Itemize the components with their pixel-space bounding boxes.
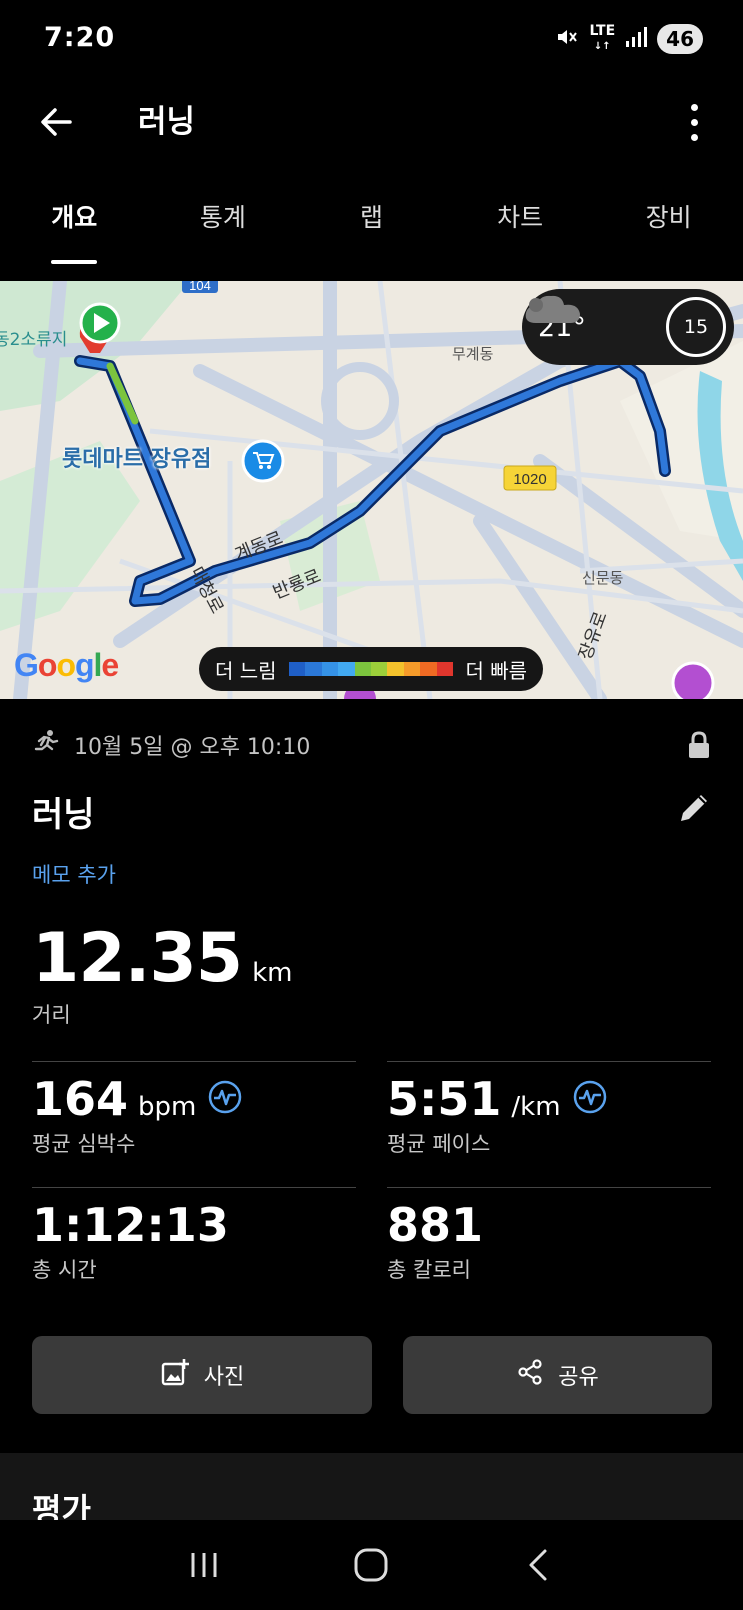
weather-badge: 21° 15 bbox=[522, 289, 734, 365]
map-label-sinmun: 신문동 bbox=[582, 569, 624, 587]
tab-overview[interactable]: 개요 bbox=[0, 190, 149, 270]
add-photo-icon bbox=[160, 1357, 190, 1393]
status-time: 7:20 bbox=[44, 22, 116, 53]
stat-value: 164 bbox=[32, 1072, 129, 1126]
more-options-button[interactable] bbox=[681, 98, 707, 146]
share-button[interactable]: 공유 bbox=[403, 1336, 712, 1414]
heart-rate-icon bbox=[208, 1080, 242, 1118]
add-photo-label: 사진 bbox=[203, 1365, 245, 1390]
add-photo-button[interactable]: 사진 bbox=[32, 1336, 372, 1414]
route-map[interactable]: 1020 104 계동로 반룡로 대청로 장유로 동2소류지 롯데마트 장유점 … bbox=[0, 281, 743, 699]
activity-summary: 10월 5일 @ 오후 10:10 러닝 메모 추가 12.35 km 거리 1… bbox=[0, 699, 743, 1453]
system-nav-bar bbox=[0, 1520, 743, 1610]
distance-unit: km bbox=[252, 958, 293, 988]
stat-avg-heart-rate[interactable]: 164 bpm 평균 심박수 bbox=[32, 1061, 356, 1158]
route-badge-label: 1020 bbox=[513, 471, 546, 488]
lte-label: LTE bbox=[589, 23, 616, 39]
speed-legend-fast: 더 빠름 bbox=[465, 658, 527, 683]
distance-display: 12.35 km bbox=[32, 919, 292, 998]
status-bar: 7:20 LTE ↓↑ 46 bbox=[0, 0, 743, 80]
stat-total-time: 1:12:13 총 시간 bbox=[32, 1187, 356, 1284]
back-button[interactable] bbox=[32, 98, 80, 146]
mute-icon bbox=[555, 25, 579, 53]
add-memo-link[interactable]: 메모 추가 bbox=[32, 859, 116, 889]
stat-avg-pace[interactable]: 5:51 /km 평균 페이스 bbox=[387, 1061, 711, 1158]
road-label-jangyu: 장유로 bbox=[575, 609, 612, 663]
home-icon bbox=[354, 1548, 388, 1582]
distance-value: 12.35 bbox=[32, 919, 243, 998]
tab-gear[interactable]: 장비 bbox=[594, 190, 743, 270]
activity-name: 러닝 bbox=[32, 795, 95, 835]
speed-legend-slow: 더 느림 bbox=[215, 658, 277, 683]
page-title: 러닝 bbox=[138, 104, 196, 140]
weather-ring: 15 bbox=[666, 297, 726, 357]
stat-value: 5:51 bbox=[387, 1072, 502, 1126]
recent-apps-button[interactable] bbox=[174, 1535, 234, 1595]
route-top-label: 104 bbox=[189, 281, 211, 293]
stat-value: 1:12:13 bbox=[32, 1198, 229, 1252]
app-bar: 러닝 bbox=[0, 80, 743, 180]
battery-icon: 46 bbox=[657, 24, 703, 54]
share-label: 공유 bbox=[558, 1365, 599, 1390]
share-icon bbox=[516, 1358, 544, 1392]
stat-label: 평균 심박수 bbox=[32, 1132, 136, 1156]
heart-rate-icon bbox=[573, 1080, 607, 1118]
stat-unit: /km bbox=[511, 1092, 561, 1122]
lock-icon[interactable] bbox=[687, 731, 711, 763]
lte-icon: LTE ↓↑ bbox=[589, 23, 616, 52]
more-vertical-icon bbox=[690, 103, 698, 111]
map-label-mugye: 무계동 bbox=[452, 345, 494, 363]
stat-total-calories: 881 총 칼로리 bbox=[387, 1187, 711, 1284]
back-arrow-icon bbox=[41, 108, 72, 136]
status-icons: LTE ↓↑ 46 bbox=[555, 24, 703, 54]
home-button[interactable] bbox=[341, 1535, 401, 1595]
speed-gradient-bar bbox=[288, 662, 454, 676]
tab-laps[interactable]: 랩 bbox=[297, 190, 446, 270]
running-icon bbox=[32, 729, 60, 761]
map-label-pond: 동2소류지 bbox=[0, 330, 68, 350]
tab-bar: 개요 통계 랩 차트 장비 bbox=[0, 190, 743, 270]
pencil-icon[interactable] bbox=[677, 791, 711, 829]
back-icon bbox=[529, 1549, 547, 1581]
rating-title: 평가 bbox=[32, 1491, 91, 1520]
stat-unit: bpm bbox=[138, 1092, 197, 1122]
date-row: 10월 5일 @ 오후 10:10 bbox=[32, 729, 310, 761]
stat-value: 881 bbox=[387, 1198, 484, 1252]
speed-legend: 더 느림 더 빠름 bbox=[199, 647, 543, 691]
activity-date: 10월 5일 @ 오후 10:10 bbox=[74, 735, 311, 760]
distance-label: 거리 bbox=[32, 1003, 71, 1027]
signal-icon bbox=[625, 26, 648, 52]
stat-label: 총 칼로리 bbox=[387, 1258, 471, 1282]
google-logo: Google bbox=[14, 647, 119, 683]
nav-back-button[interactable] bbox=[509, 1535, 569, 1595]
recent-apps-icon bbox=[191, 1553, 217, 1577]
map-label-store: 롯데마트 장유점 bbox=[62, 447, 212, 472]
tab-stats[interactable]: 통계 bbox=[149, 190, 298, 270]
stat-label: 총 시간 bbox=[32, 1258, 97, 1282]
stat-label: 평균 페이스 bbox=[387, 1132, 491, 1156]
rating-section: 평가 bbox=[0, 1453, 743, 1520]
tab-charts[interactable]: 차트 bbox=[446, 190, 595, 270]
